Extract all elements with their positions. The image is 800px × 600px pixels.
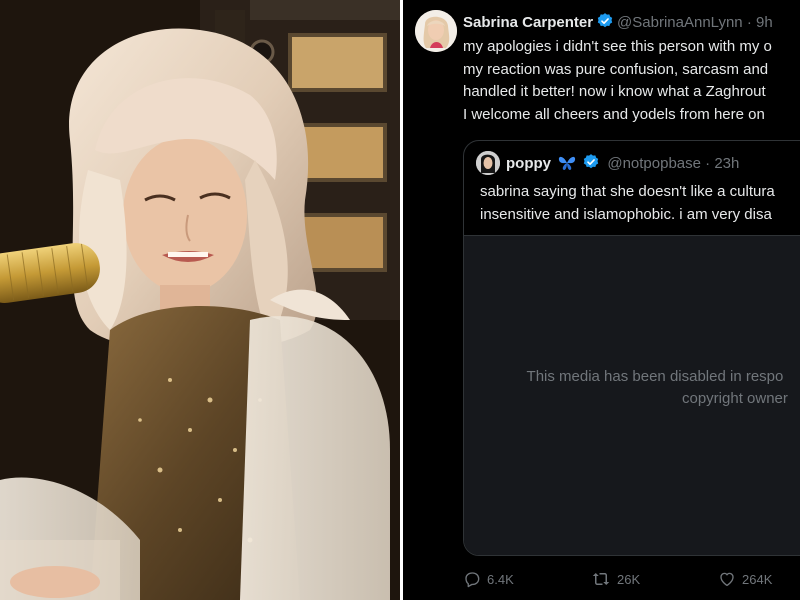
tweet-text: my apologies i didn't see this person wi…: [463, 36, 800, 126]
tweet-text-line: I welcome all cheers and yodels from her…: [463, 105, 765, 123]
retweet-button[interactable]: 26K: [591, 568, 640, 590]
author-avatar[interactable]: [415, 10, 457, 52]
reply-button[interactable]: 6.4K: [463, 568, 514, 590]
tweet-panel: Sabrina Carpenter @SabrinaAnnLynn · 9h my…: [403, 0, 800, 600]
tweet-text-line: handled it better! now i know what a Zag…: [463, 83, 766, 100]
media-notice-line: This media has been disabled in respo: [526, 368, 784, 385]
quoted-tweet-card[interactable]: poppy @notpopbase · 23h sabrina saying t…: [463, 140, 800, 556]
quoted-header-separator: ·: [705, 155, 711, 172]
blue-butterfly-icon: [558, 155, 576, 177]
performance-photo: [0, 0, 400, 600]
quoted-handle[interactable]: @notpopbase: [607, 155, 701, 172]
quoted-tweet-text: sabrina saying that she doesn't like a c…: [480, 181, 775, 226]
quoted-text-line: sabrina saying that she doesn't like a c…: [480, 183, 775, 200]
disabled-media-placeholder: This media has been disabled in respo co…: [464, 235, 800, 555]
quoted-author-header: poppy @notpopbase · 23h: [506, 153, 739, 177]
like-button[interactable]: 264K: [718, 568, 772, 590]
retweet-count: 26K: [617, 571, 641, 587]
performance-photo-illustration: [0, 0, 400, 600]
like-count: 264K: [742, 571, 773, 587]
verified-badge-icon: [582, 153, 600, 177]
reply-count: 6.4K: [487, 571, 514, 587]
screenshot: Sabrina Carpenter @SabrinaAnnLynn · 9h my…: [0, 0, 800, 600]
author-header: Sabrina Carpenter @SabrinaAnnLynn · 9h: [463, 12, 773, 36]
verified-badge-icon: [596, 12, 614, 36]
reply-icon: [465, 572, 480, 588]
quoted-display-name[interactable]: poppy: [506, 155, 551, 172]
heart-icon: [720, 572, 734, 587]
retweet-icon: [592, 573, 610, 585]
tweet-action-bar: 6.4K 26K 264K: [463, 568, 800, 590]
tweet-text-line: my reaction was pure confusion, sarcasm …: [463, 60, 769, 78]
media-notice-line: copyright owner: [682, 390, 788, 407]
author-handle[interactable]: @SabrinaAnnLynn: [617, 14, 743, 31]
tweet-timestamp[interactable]: 9h: [756, 14, 773, 31]
header-separator: ·: [746, 14, 752, 31]
quoted-text-line: insensitive and islamophobic. i am very …: [480, 205, 772, 223]
tweet-text-line: my apologies i didn't see this person wi…: [463, 38, 772, 55]
author-avatar-image: [415, 10, 457, 52]
media-disabled-notice: This media has been disabled in respo co…: [522, 366, 788, 410]
quoted-timestamp[interactable]: 23h: [714, 155, 739, 172]
author-display-name[interactable]: Sabrina Carpenter: [463, 14, 593, 31]
quoted-author-avatar[interactable]: [476, 151, 500, 175]
quoted-author-avatar-image: [476, 151, 500, 175]
